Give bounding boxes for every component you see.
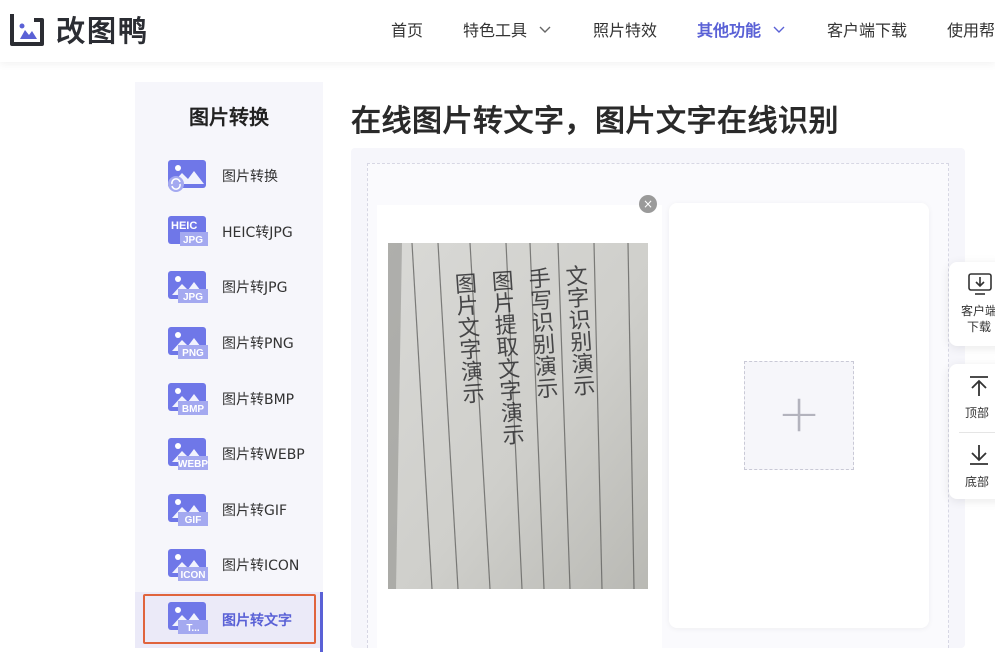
duck-logo-icon	[8, 10, 46, 48]
svg-text:WEBP: WEBP	[178, 459, 208, 470]
sidebar-item-5[interactable]: WEBP 图片转WEBP	[135, 428, 323, 480]
svg-text:JPG: JPG	[183, 235, 203, 246]
arrow-up-icon	[970, 376, 988, 396]
sidebar-item-label: HEIC转JPG	[222, 225, 293, 241]
logo[interactable]: 改图鸭	[8, 9, 149, 49]
sidebar-item-1[interactable]: HEIC JPG HEIC转JPG	[135, 206, 323, 258]
top-header: 改图鸭 首页 特色工具 照片特效 其他功能 客户端下载 使用帮	[0, 0, 995, 62]
heic-jpg-icon: HEIC JPG	[166, 214, 210, 250]
sidebar-item-3[interactable]: PNG 图片转PNG	[135, 317, 323, 369]
sidebar-item-7[interactable]: ICON 图片转ICON	[135, 539, 323, 591]
nav-featured-tools-label: 特色工具	[463, 21, 528, 40]
nav-photo-effects[interactable]: 照片特效	[593, 17, 657, 41]
nav-featured-tools[interactable]: 特色工具	[463, 17, 551, 41]
svg-text:PNG: PNG	[182, 348, 204, 359]
close-icon: ×	[642, 197, 654, 211]
svg-text:GIF: GIF	[185, 515, 202, 526]
scroll-float-panel: 顶部 底部	[949, 364, 995, 499]
nav-other-features-label: 其他功能	[697, 21, 762, 40]
jpg-format-icon: JPG	[166, 269, 210, 305]
sidebar-item-label: 图片转JPG	[222, 280, 288, 296]
nav-home-label: 首页	[391, 21, 424, 40]
scroll-top-button[interactable]: 顶部	[949, 364, 995, 432]
icon-format-icon: ICON	[166, 547, 210, 583]
bmp-format-icon: BMP	[166, 381, 210, 417]
sidebar-item-8[interactable]: T... 图片转文字	[135, 592, 323, 652]
scroll-bottom-label: 底部	[965, 475, 990, 489]
handwriting-text: 文字识别演示 手写识别演示 图片提取文字演示 图片文字演示	[450, 263, 606, 502]
svg-text:ICON: ICON	[181, 570, 206, 581]
sidebar-item-label: 图片转BMP	[222, 392, 295, 408]
chevron-down-icon	[539, 26, 551, 33]
nav-help-label: 使用帮	[947, 21, 995, 40]
add-image-button[interactable]: +	[744, 361, 854, 470]
sidebar-item-0[interactable]: 图片转换	[135, 150, 323, 202]
gif-format-icon: GIF	[166, 492, 210, 528]
sidebar-item-label: 图片转换	[222, 169, 278, 185]
nav-client-download-label: 客户端下载	[827, 21, 908, 40]
scroll-bottom-button[interactable]: 底部	[949, 433, 995, 499]
webp-format-icon: WEBP	[166, 436, 210, 472]
nav-photo-effects-label: 照片特效	[593, 21, 658, 40]
brand-name: 改图鸭	[56, 14, 150, 48]
nav-home[interactable]: 首页	[391, 17, 423, 41]
sidebar-item-label: 图片转ICON	[222, 558, 300, 574]
nav-client-download[interactable]: 客户端下载	[827, 17, 907, 41]
active-item-highlight	[143, 594, 316, 644]
client-download-float[interactable]: 客户端 下载	[949, 262, 995, 346]
plus-icon: +	[777, 383, 821, 444]
svg-text:BMP: BMP	[182, 404, 205, 415]
page-title: 在线图片转文字，图片文字在线识别	[351, 104, 839, 139]
svg-text:HEIC: HEIC	[171, 220, 197, 232]
client-download-label-2: 下载	[967, 320, 992, 334]
client-download-label-1: 客户端	[961, 304, 995, 318]
active-indicator	[320, 592, 323, 652]
scroll-top-label: 顶部	[965, 406, 990, 420]
nav-other-features[interactable]: 其他功能	[697, 17, 785, 41]
svg-text:JPG: JPG	[183, 292, 203, 303]
png-format-icon: PNG	[166, 325, 210, 361]
sidebar-item-label: 图片转GIF	[222, 503, 288, 519]
chevron-down-icon	[773, 26, 785, 33]
sidebar-item-6[interactable]: GIF 图片转GIF	[135, 484, 323, 536]
sidebar-item-2[interactable]: JPG 图片转JPG	[135, 261, 323, 313]
convert-image-icon	[166, 158, 210, 194]
remove-photo-button[interactable]: ×	[639, 195, 657, 213]
sidebar-item-label: 图片转WEBP	[222, 447, 305, 463]
download-icon	[968, 273, 992, 295]
arrow-down-icon	[970, 445, 988, 465]
sidebar-item-label: 图片转PNG	[222, 336, 294, 352]
sidebar-title: 图片转换	[189, 105, 269, 129]
sidebar-item-4[interactable]: BMP 图片转BMP	[135, 373, 323, 425]
nav-help[interactable]: 使用帮	[947, 17, 995, 41]
